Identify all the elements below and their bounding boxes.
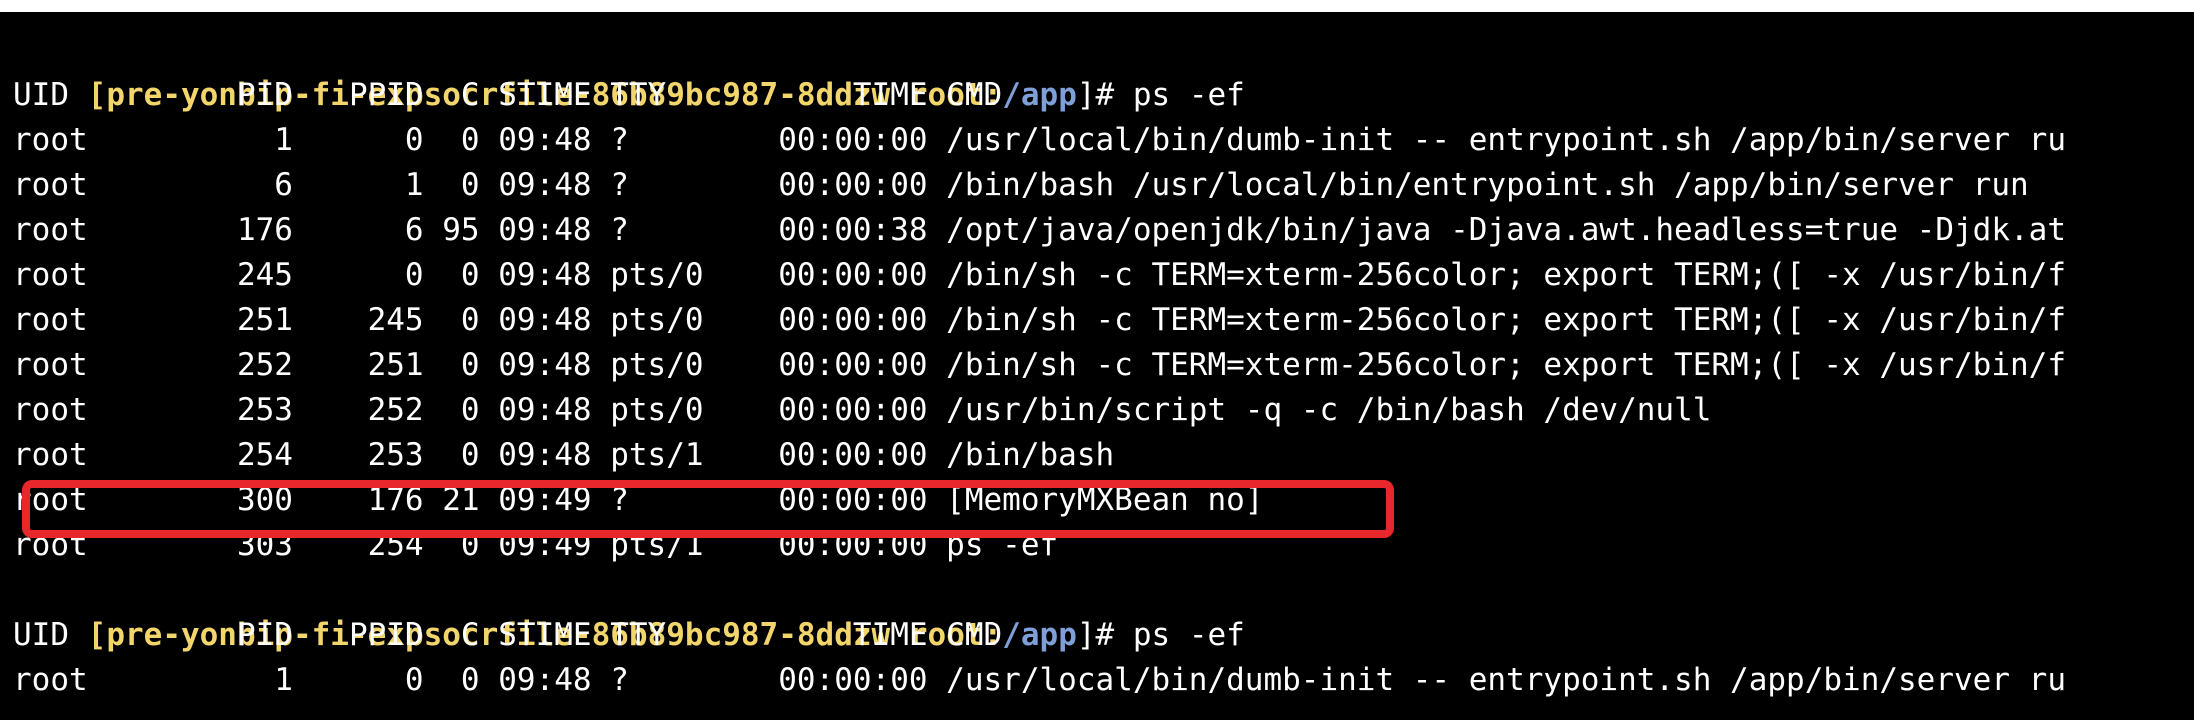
prompt-line: [pre-yonbip-fi-expsocrfile-86b89bc987-8d… — [13, 568, 1245, 653]
process-row: root 254 253 0 09:48 pts/1 00:00:00 /bin… — [13, 437, 1115, 473]
process-row: root 251 245 0 09:48 pts/0 00:00:00 /bin… — [13, 302, 2066, 338]
prompt-symbol: ]# — [1076, 77, 1133, 113]
prompt-path: /app — [1002, 617, 1077, 653]
window-top-strip — [0, 0, 2194, 12]
prompt-symbol: ]# — [1076, 617, 1133, 653]
prompt-command: ps -ef — [1132, 77, 1245, 113]
ps-header-line: UID PID PPID C STIME TTY TIME CMD — [13, 77, 1003, 113]
prompt-path: /app — [1002, 77, 1077, 113]
process-row: root 245 0 0 09:48 pts/0 00:00:00 /bin/s… — [13, 257, 2066, 293]
process-row: root 6 1 0 09:48 ? 00:00:00 /bin/bash /u… — [13, 167, 2029, 203]
process-row: root 1 0 0 09:48 ? 00:00:00 /usr/local/b… — [13, 662, 2066, 698]
process-row: root 253 252 0 09:48 pts/0 00:00:00 /usr… — [13, 392, 1712, 428]
process-row: root 1 0 0 09:48 ? 00:00:00 /usr/local/b… — [13, 122, 2066, 158]
terminal-output[interactable]: [pre-yonbip-fi-expsocrfile-86b89bc987-8d… — [0, 12, 2194, 720]
prompt-line: [pre-yonbip-fi-expsocrfile-86b89bc987-8d… — [13, 28, 1245, 113]
highlight-annotation-box — [22, 480, 1394, 538]
process-row: root 176 6 95 09:48 ? 00:00:38 /opt/java… — [13, 212, 2066, 248]
process-row: root 252 251 0 09:48 pts/0 00:00:00 /bin… — [13, 347, 2066, 383]
prompt-command: ps -ef — [1132, 617, 1245, 653]
ps-header-line: UID PID PPID C STIME TTY TIME CMD — [13, 617, 1003, 653]
